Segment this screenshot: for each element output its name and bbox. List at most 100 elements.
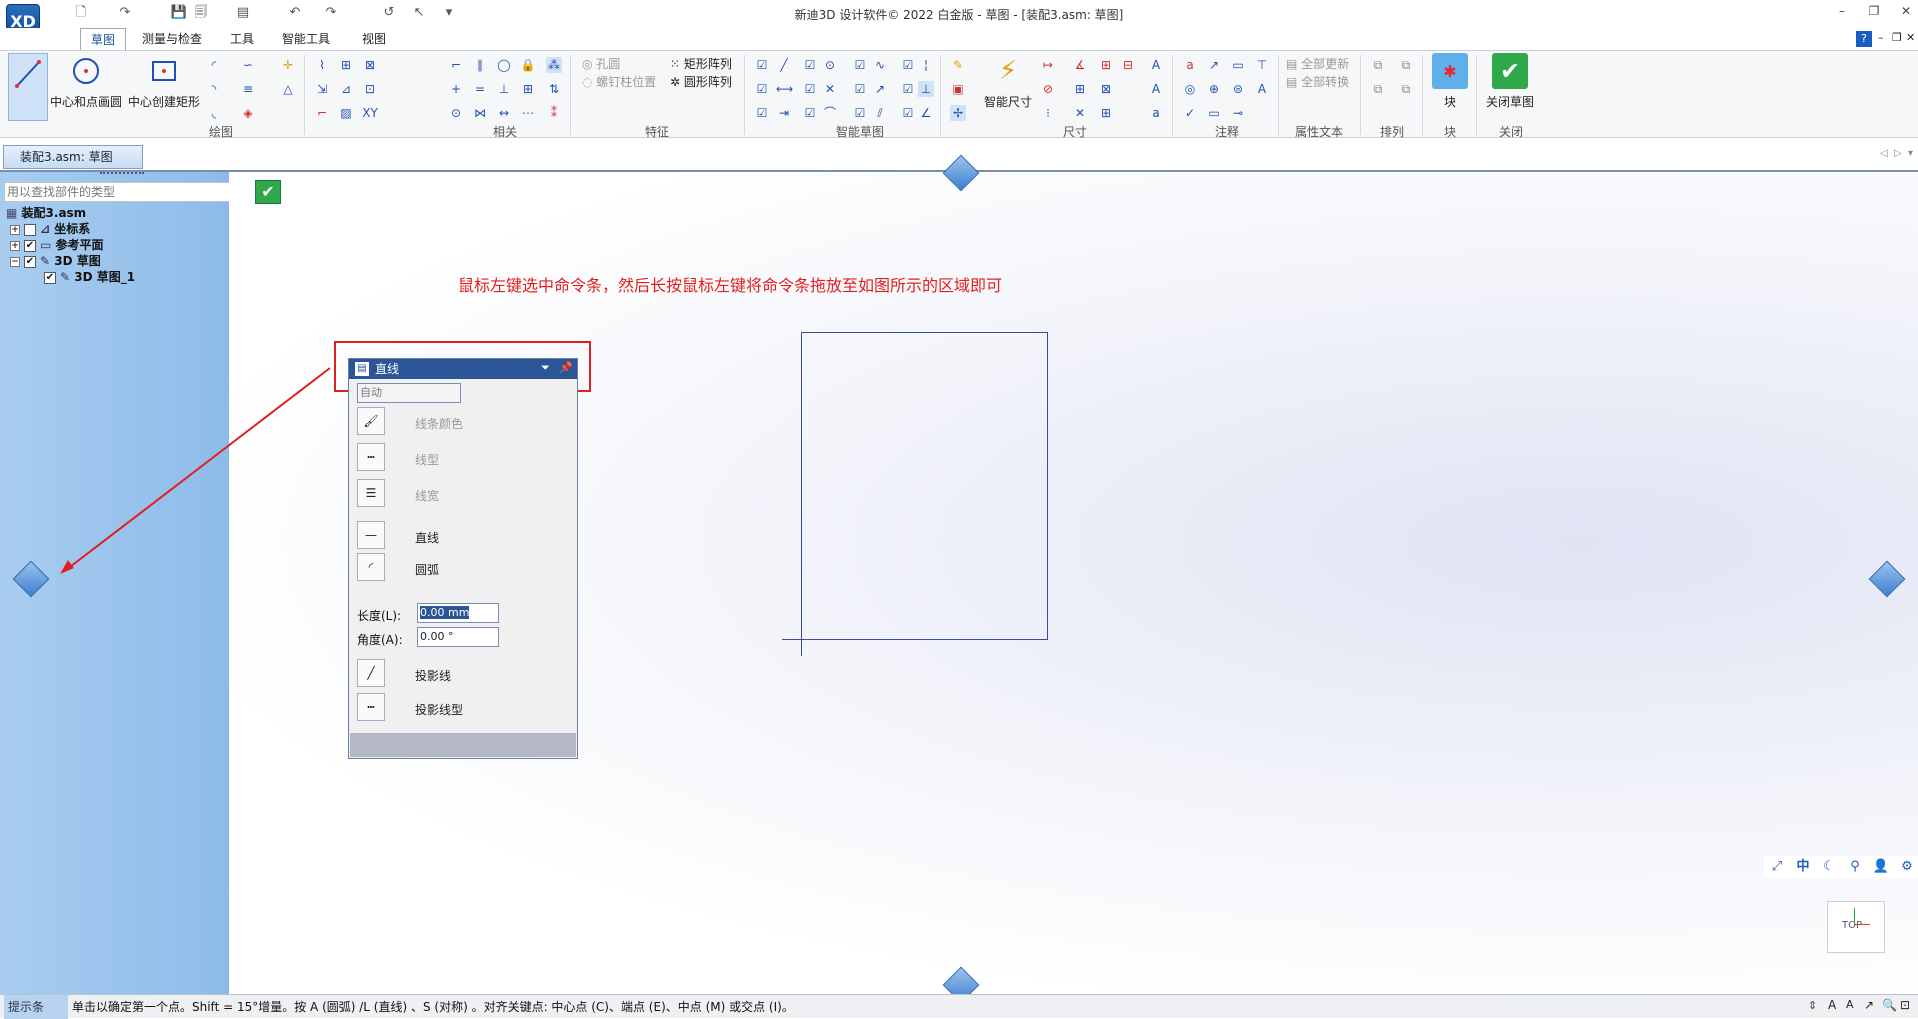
mirror-icon[interactable]: △: [280, 81, 296, 97]
visibility-checkbox[interactable]: [24, 223, 36, 236]
document-tab[interactable]: 装配3.asm: 草图: [3, 145, 143, 169]
smart-opt-4-icon[interactable]: ☑: [900, 57, 916, 73]
view-cube[interactable]: TOP: [1827, 901, 1885, 953]
text-box-icon[interactable]: ▭: [1230, 57, 1246, 73]
fill-icon[interactable]: ◈: [240, 105, 256, 121]
sketch-cross-icon[interactable]: ✢: [950, 105, 966, 121]
note-icon[interactable]: a: [1182, 57, 1198, 73]
expand-icon[interactable]: +: [10, 224, 20, 235]
smart-intersect-icon[interactable]: ✕: [822, 81, 838, 97]
smart-midpoint-icon[interactable]: ⟷: [776, 81, 793, 97]
fillet-icon[interactable]: ⌐: [314, 105, 330, 121]
center-view-icon[interactable]: 中: [1794, 858, 1812, 876]
bolt-pos-button[interactable]: ◌ 螺钉柱位置: [582, 73, 656, 90]
arrange-3-icon[interactable]: ⧉: [1370, 81, 1386, 97]
smart-opt-6-icon[interactable]: ☑: [802, 81, 818, 97]
close-sketch-button[interactable]: ✔ 关闭草图: [1480, 53, 1540, 110]
length-input[interactable]: 0.00 mm: [417, 603, 499, 623]
collinear-icon[interactable]: ⋯: [520, 105, 536, 121]
xy-icon[interactable]: XY: [362, 105, 378, 121]
smart-parallel-icon[interactable]: ⫽: [872, 105, 888, 121]
visibility-checkbox[interactable]: ✔: [24, 239, 36, 252]
restore-button[interactable]: ❐: [1864, 4, 1884, 22]
scale-icon[interactable]: ⇲: [314, 81, 330, 97]
tab-menu-icon[interactable]: ▾: [1908, 148, 1913, 159]
split-icon[interactable]: ⊠: [362, 57, 378, 73]
status-mode-icon[interactable]: ⊡: [1900, 998, 1910, 1012]
connect-icon[interactable]: +: [448, 81, 464, 97]
curve-icon[interactable]: ∽: [240, 57, 256, 73]
angle-input[interactable]: 0.00 °: [417, 627, 499, 647]
tab-measure[interactable]: 测量与检查: [132, 28, 212, 50]
feature-ctrl-icon[interactable]: ▭: [1206, 105, 1222, 121]
point-icon[interactable]: ✛: [280, 57, 296, 73]
angle-rel-icon[interactable]: ⌐: [448, 57, 464, 73]
dim-table-icon[interactable]: ⊞: [1098, 105, 1114, 121]
close-window-button[interactable]: ✕: [1896, 4, 1916, 22]
tree-item-coords[interactable]: + ⊿ 坐标系: [10, 221, 90, 237]
smart-opt-8-icon[interactable]: ☑: [900, 81, 916, 97]
smart-dim-button[interactable]: ⚡ 智能尺寸: [980, 53, 1036, 110]
datum-icon[interactable]: ⊕: [1206, 81, 1222, 97]
coord-dim-icon[interactable]: ⊞: [1098, 57, 1114, 73]
line-width-icon[interactable]: ☰: [357, 479, 385, 507]
mode-select[interactable]: 自动: [357, 383, 461, 403]
symm-dim-icon[interactable]: ⊞: [1072, 81, 1088, 97]
arc-icon[interactable]: ◜: [206, 57, 222, 73]
pin-icon[interactable]: 📌: [559, 361, 573, 374]
symmetric-icon[interactable]: ⋈: [472, 105, 488, 121]
line-color-icon[interactable]: 🖌: [357, 407, 385, 435]
radius-dim-icon[interactable]: ⊘: [1040, 81, 1056, 97]
line-command-bar[interactable]: 直线 ▤ ⏷ 📌 自动 🖌 线条颜色 ┅ 线型 ☰ 线宽 — 直线 ◜ 圆弧 长…: [348, 358, 578, 759]
smart-opt-3-icon[interactable]: ☑: [852, 57, 868, 73]
line-mode-icon[interactable]: —: [357, 521, 385, 549]
smart-tangent-icon[interactable]: ∿: [872, 57, 888, 73]
show-rel-icon[interactable]: ⁂: [546, 57, 562, 73]
smart-opt-1-icon[interactable]: ☑: [754, 57, 770, 73]
rel-color-icon[interactable]: ⁑: [546, 105, 562, 121]
offset-icon[interactable]: ≡: [240, 81, 256, 97]
balloon-icon[interactable]: ◎: [1182, 81, 1198, 97]
smart-opt-5-icon[interactable]: ☑: [754, 81, 770, 97]
tree-root[interactable]: ▦ 装配3.asm: [6, 205, 86, 221]
tab-tools[interactable]: 工具: [220, 28, 264, 50]
accept-check-icon[interactable]: ✔: [255, 180, 281, 204]
doc-close-button[interactable]: ✕: [1906, 31, 1915, 44]
visibility-checkbox[interactable]: ✔: [44, 271, 56, 284]
proj-line-type-icon[interactable]: ┅: [357, 693, 385, 721]
angle-dim-icon[interactable]: ∡: [1072, 57, 1088, 73]
search-input[interactable]: 用以查找部件的类型: [4, 182, 246, 202]
sketch-paint-icon[interactable]: ✎: [950, 57, 966, 73]
surface-icon[interactable]: ⊜: [1230, 81, 1246, 97]
tab-sketch[interactable]: 草图: [80, 28, 127, 50]
convert-all-button[interactable]: ▤ 全部转换: [1286, 73, 1349, 90]
move-icon[interactable]: ⊡: [362, 81, 378, 97]
parallel-icon[interactable]: ∥: [472, 57, 488, 73]
concentric-icon[interactable]: ⊙: [448, 105, 464, 121]
dim-font-a-icon[interactable]: A: [1148, 81, 1164, 97]
tab-scroll-right-icon[interactable]: ▷: [1894, 148, 1902, 159]
tab-view[interactable]: 视图: [352, 28, 396, 50]
visibility-checkbox[interactable]: ✔: [24, 255, 36, 268]
smart-line-icon[interactable]: ╱: [776, 57, 792, 73]
line-type-icon[interactable]: ┅: [357, 443, 385, 471]
moon-icon[interactable]: ☾: [1820, 858, 1838, 876]
stretch-icon[interactable]: ⊿: [338, 81, 354, 97]
status-arrow-icon[interactable]: ↗: [1864, 998, 1874, 1012]
smart-opt-2-icon[interactable]: ☑: [802, 57, 818, 73]
doc-minimize-button[interactable]: –: [1878, 31, 1884, 44]
circ-array-button[interactable]: ✲ 圆形阵列: [670, 73, 732, 90]
status-zoom-icon[interactable]: 🔍: [1882, 998, 1897, 1012]
arc-mode-icon[interactable]: ◜: [357, 553, 385, 581]
scroll-updown-icon[interactable]: ⇕: [1808, 999, 1817, 1012]
help-icon[interactable]: ?: [1856, 31, 1872, 47]
user-icon[interactable]: 👤: [1872, 858, 1890, 876]
rect-array-button[interactable]: ⁙ 矩形阵列: [670, 55, 732, 72]
arrange-4-icon[interactable]: ⧉: [1398, 81, 1414, 97]
smart-perp-icon[interactable]: ⊥: [918, 81, 934, 97]
smart-arc-icon[interactable]: ⌒: [822, 105, 838, 121]
perpendicular-icon[interactable]: ⊥: [496, 81, 512, 97]
tangent-icon[interactable]: ◯: [496, 57, 512, 73]
hatch-icon[interactable]: ▨: [338, 105, 354, 121]
weld-icon[interactable]: ✓: [1182, 105, 1198, 121]
